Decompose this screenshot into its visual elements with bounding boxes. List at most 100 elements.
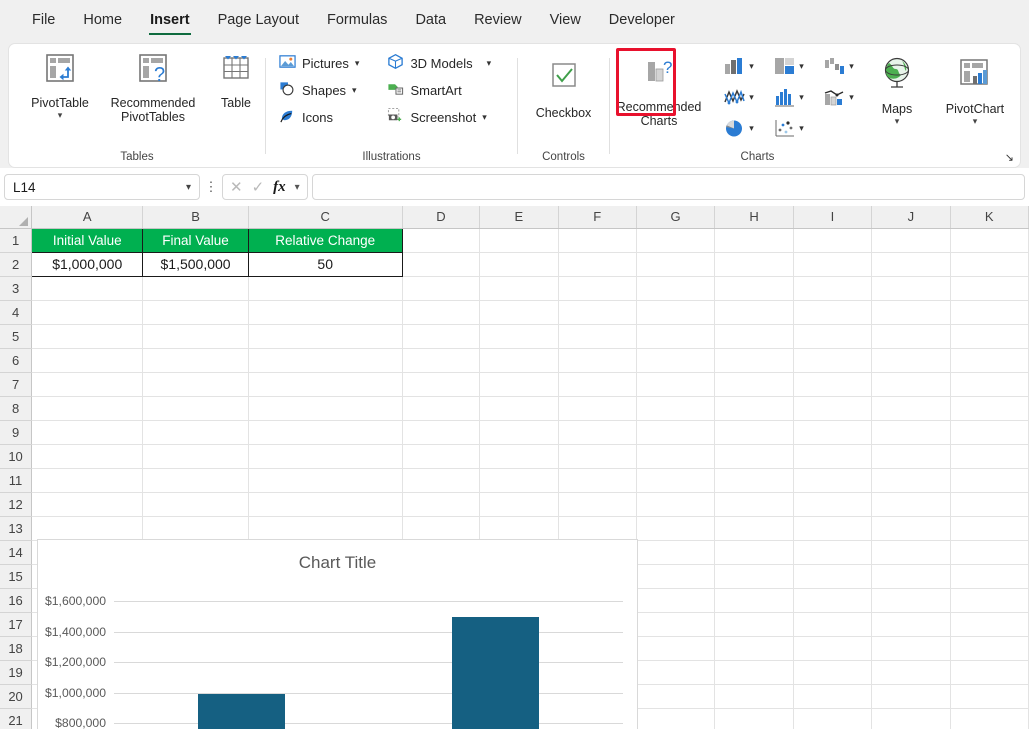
cell-B1[interactable]: Final Value xyxy=(142,227,249,253)
cell-F12[interactable] xyxy=(558,492,637,517)
cell-K15[interactable] xyxy=(950,564,1029,589)
cell-B3[interactable] xyxy=(142,276,249,301)
cell-G19[interactable] xyxy=(636,660,716,685)
cell-H6[interactable] xyxy=(714,348,794,373)
cell-C7[interactable] xyxy=(248,372,403,397)
cell-B4[interactable] xyxy=(142,300,249,325)
insert-function-icon[interactable]: fx xyxy=(273,179,286,196)
cell-J3[interactable] xyxy=(871,276,951,301)
cell-K4[interactable] xyxy=(950,300,1029,325)
cell-A13[interactable] xyxy=(31,516,144,541)
cell-J11[interactable] xyxy=(871,468,951,493)
column-header-G[interactable]: G xyxy=(636,206,716,229)
cell-K14[interactable] xyxy=(950,540,1029,565)
pictures-button[interactable]: Pictures ▾ xyxy=(274,51,365,76)
cell-E5[interactable] xyxy=(479,324,559,349)
row-header-13[interactable]: 13 xyxy=(0,516,33,541)
cell-E10[interactable] xyxy=(479,444,559,469)
chevron-down-icon[interactable]: ▾ xyxy=(58,111,63,120)
checkbox-button[interactable]: Checkbox xyxy=(521,44,607,120)
cell-J16[interactable] xyxy=(871,588,951,613)
cell-I5[interactable] xyxy=(793,324,873,349)
cell-F11[interactable] xyxy=(558,468,637,493)
cell-A6[interactable] xyxy=(31,348,144,373)
column-header-K[interactable]: K xyxy=(950,206,1029,229)
cell-D4[interactable] xyxy=(402,300,481,325)
chevron-down-icon[interactable]: ▾ xyxy=(895,117,900,126)
cell-J18[interactable] xyxy=(871,636,951,661)
cell-J9[interactable] xyxy=(871,420,951,445)
cell-K20[interactable] xyxy=(950,684,1029,709)
cell-C4[interactable] xyxy=(248,300,403,325)
cell-C5[interactable] xyxy=(248,324,403,349)
cell-I4[interactable] xyxy=(793,300,873,325)
cell-I21[interactable] xyxy=(793,708,873,729)
cell-D9[interactable] xyxy=(402,420,481,445)
waterfall-chart-button[interactable]: ▾ xyxy=(814,51,864,82)
cell-J10[interactable] xyxy=(871,444,951,469)
cell-I19[interactable] xyxy=(793,660,873,685)
cell-H21[interactable] xyxy=(714,708,794,729)
cell-H20[interactable] xyxy=(714,684,794,709)
cell-E7[interactable] xyxy=(479,372,559,397)
cell-B2[interactable]: $1,500,000 xyxy=(142,251,249,277)
row-header-6[interactable]: 6 xyxy=(0,348,33,373)
cell-K5[interactable] xyxy=(950,324,1029,349)
cell-D6[interactable] xyxy=(402,348,481,373)
cell-G5[interactable] xyxy=(636,324,716,349)
cell-A2[interactable]: $1,000,000 xyxy=(31,251,144,277)
cell-E13[interactable] xyxy=(479,516,559,541)
cell-C1[interactable]: Relative Change xyxy=(247,227,403,253)
cell-H8[interactable] xyxy=(714,396,794,421)
tab-data[interactable]: Data xyxy=(401,7,460,36)
cell-J17[interactable] xyxy=(871,612,951,637)
cell-J8[interactable] xyxy=(871,396,951,421)
cell-I18[interactable] xyxy=(793,636,873,661)
cell-A5[interactable] xyxy=(31,324,144,349)
chevron-down-icon[interactable]: ▾ xyxy=(355,58,360,69)
cell-B7[interactable] xyxy=(142,372,249,397)
cell-J12[interactable] xyxy=(871,492,951,517)
row-header-4[interactable]: 4 xyxy=(0,300,33,325)
column-header-D[interactable]: D xyxy=(402,206,481,229)
cell-I12[interactable] xyxy=(793,492,873,517)
cell-K1[interactable] xyxy=(950,228,1029,253)
screenshot-button[interactable]: Screenshot ▾ xyxy=(382,105,496,130)
cell-H3[interactable] xyxy=(714,276,794,301)
cell-K2[interactable] xyxy=(950,252,1029,277)
chevron-down-icon[interactable]: ▾ xyxy=(487,58,492,69)
cell-E9[interactable] xyxy=(479,420,559,445)
cell-H7[interactable] xyxy=(714,372,794,397)
cell-I11[interactable] xyxy=(793,468,873,493)
cancel-formula-icon[interactable]: ✕ xyxy=(230,178,243,196)
cell-G15[interactable] xyxy=(636,564,716,589)
cell-E2[interactable] xyxy=(479,252,559,277)
cell-C9[interactable] xyxy=(248,420,403,445)
cell-I7[interactable] xyxy=(793,372,873,397)
chevron-down-icon[interactable]: ▾ xyxy=(749,92,754,103)
row-header-3[interactable]: 3 xyxy=(0,276,33,301)
cell-B13[interactable] xyxy=(142,516,249,541)
cell-G1[interactable] xyxy=(636,228,716,253)
column-header-A[interactable]: A xyxy=(31,206,144,229)
cell-G16[interactable] xyxy=(636,588,716,613)
cell-H1[interactable] xyxy=(714,228,794,253)
recommended-charts-button[interactable]: ? Recommended Charts xyxy=(610,44,708,128)
cell-D1[interactable] xyxy=(402,228,481,253)
tab-insert[interactable]: Insert xyxy=(136,7,204,36)
tab-formulas[interactable]: Formulas xyxy=(313,7,401,36)
cell-H19[interactable] xyxy=(714,660,794,685)
pie-chart-button[interactable]: ▾ xyxy=(714,113,764,144)
cell-G9[interactable] xyxy=(636,420,716,445)
cell-K3[interactable] xyxy=(950,276,1029,301)
cell-F9[interactable] xyxy=(558,420,637,445)
cell-J14[interactable] xyxy=(871,540,951,565)
cell-J15[interactable] xyxy=(871,564,951,589)
cell-G2[interactable] xyxy=(636,252,716,277)
cell-K19[interactable] xyxy=(950,660,1029,685)
cell-D12[interactable] xyxy=(402,492,481,517)
cell-I3[interactable] xyxy=(793,276,873,301)
chevron-down-icon[interactable]: ▾ xyxy=(849,92,854,103)
cell-J20[interactable] xyxy=(871,684,951,709)
cell-B9[interactable] xyxy=(142,420,249,445)
